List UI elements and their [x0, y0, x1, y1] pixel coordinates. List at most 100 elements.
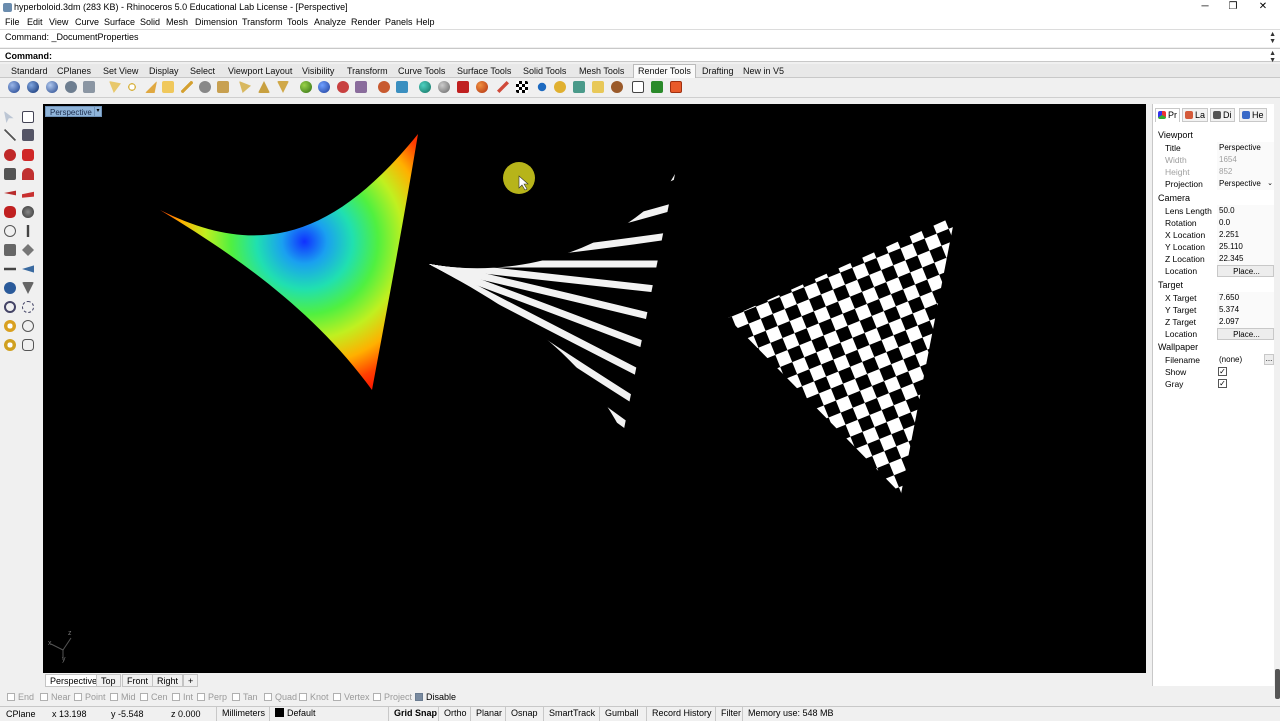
menu-tools[interactable]: Tools	[287, 17, 308, 27]
decal-icon[interactable]	[355, 81, 367, 93]
camera-icon[interactable]	[573, 81, 585, 93]
tab-solid-tools[interactable]: Solid Tools	[523, 66, 566, 76]
select-arrow-icon[interactable]	[4, 111, 14, 123]
camera-place-button[interactable]: Place...	[1217, 265, 1274, 277]
target-y-field[interactable]: 5.374	[1217, 304, 1274, 316]
osnap-end[interactable]: End	[7, 692, 34, 702]
point-light-icon[interactable]	[126, 81, 138, 93]
restore-button[interactable]: ❐	[1218, 0, 1248, 15]
viewport-tab-front[interactable]: Front	[122, 674, 154, 687]
history-scroll-icon[interactable]: ▲ ▼	[1269, 31, 1276, 45]
tab-curve-tools[interactable]: Curve Tools	[398, 66, 445, 76]
surface-icon[interactable]	[4, 190, 16, 196]
viewport-tab-right[interactable]: Right	[152, 674, 184, 687]
smarttrack-toggle[interactable]: SmartTrack	[543, 707, 600, 721]
folder-icon[interactable]	[592, 81, 604, 93]
tab-new-in-v5[interactable]: New in V5	[743, 66, 784, 76]
zoom-icon[interactable]	[4, 301, 16, 313]
viewport-render-icon[interactable]	[632, 81, 644, 93]
copy-icon[interactable]	[22, 265, 34, 273]
points-icon[interactable]	[22, 111, 34, 123]
join-icon[interactable]	[22, 244, 34, 256]
tab-mesh-tools[interactable]: Mesh Tools	[579, 66, 624, 76]
menu-curve[interactable]: Curve	[75, 17, 99, 27]
projection-select[interactable]: Perspective	[1217, 178, 1274, 190]
zoom-extents-icon[interactable]	[4, 320, 16, 332]
tab-surface-tools[interactable]: Surface Tools	[457, 66, 511, 76]
split-icon[interactable]	[4, 244, 16, 256]
heatmap-surface[interactable]	[160, 134, 418, 390]
menu-panels[interactable]: Panels	[385, 17, 413, 27]
show-checkbox[interactable]: ✓	[1218, 367, 1227, 376]
environment-light-icon[interactable]	[199, 81, 211, 93]
trim-icon[interactable]	[26, 225, 30, 237]
menu-surface[interactable]: Surface	[104, 17, 135, 27]
chevron-down-icon[interactable]: ⌄	[1267, 179, 1273, 187]
dot-icon[interactable]	[537, 82, 547, 92]
tab-select[interactable]: Select	[190, 66, 215, 76]
render-window-icon[interactable]	[46, 81, 58, 93]
tab-set-view[interactable]: Set View	[103, 66, 138, 76]
grid-snap-toggle[interactable]: Grid Snap	[388, 707, 442, 721]
render-settings-icon[interactable]	[65, 81, 77, 93]
rectangular-light-icon[interactable]	[162, 81, 174, 93]
camera-y-field[interactable]: 25.110	[1217, 241, 1274, 253]
osnap-cen[interactable]: Cen	[140, 692, 168, 702]
gear-icon[interactable]	[611, 81, 623, 93]
checkerboard-surface[interactable]	[693, 194, 993, 514]
material-icon[interactable]	[300, 81, 312, 93]
osnap-perp[interactable]: Perp	[197, 692, 227, 702]
osnap-toggle[interactable]: Osnap	[505, 707, 543, 721]
scale-icon[interactable]	[22, 282, 34, 294]
tab-help[interactable]: He	[1239, 108, 1267, 122]
menu-edit[interactable]: Edit	[27, 17, 43, 27]
extrude-icon[interactable]	[22, 191, 34, 198]
menu-transform[interactable]: Transform	[242, 17, 283, 27]
checker-icon[interactable]	[516, 81, 528, 93]
osnap-knot[interactable]: Knot	[299, 692, 329, 702]
lens-length-field[interactable]: 50.0	[1217, 205, 1274, 217]
render-stop-icon[interactable]	[670, 81, 682, 93]
target-icon[interactable]	[22, 320, 34, 332]
texture-mapping-icon[interactable]	[378, 81, 390, 93]
pan-icon[interactable]	[4, 339, 16, 351]
viewport-tab-perspective[interactable]: Perspective	[45, 674, 103, 687]
command-scroll-icon[interactable]: ▲ ▼	[1269, 50, 1276, 64]
material-editor-icon[interactable]	[318, 81, 330, 93]
target-z-field[interactable]: 2.097	[1217, 316, 1274, 328]
record-history-toggle[interactable]: Record History	[646, 707, 717, 721]
directional-light-icon[interactable]	[145, 81, 157, 93]
texture-palette-icon[interactable]	[476, 81, 488, 93]
perspective-viewport[interactable]: Perspective ▾ z x y	[43, 104, 1146, 673]
menu-help[interactable]: Help	[416, 17, 435, 27]
render-sphere-icon[interactable]	[8, 81, 20, 93]
ground-plane-icon[interactable]	[438, 81, 450, 93]
unwrap-icon[interactable]	[396, 81, 408, 93]
render-mesh-icon[interactable]	[457, 81, 469, 93]
gumball-toggle[interactable]: Gumball	[599, 707, 644, 721]
tab-cplanes[interactable]: CPlanes	[57, 66, 91, 76]
line-icon[interactable]	[4, 129, 16, 141]
status-units[interactable]: Millimeters	[216, 707, 270, 721]
tab-drafting[interactable]: Drafting	[702, 66, 734, 76]
polyline-icon[interactable]	[22, 129, 34, 141]
environment-icon[interactable]	[419, 81, 431, 93]
rotation-field[interactable]: 0.0	[1217, 217, 1274, 229]
target-place-button[interactable]: Place...	[1217, 328, 1274, 340]
light-target-icon[interactable]	[277, 81, 289, 93]
osnap-near[interactable]: Near	[40, 692, 71, 702]
osnap-point[interactable]: Point	[74, 692, 106, 702]
tab-standard[interactable]: Standard	[11, 66, 48, 76]
minimize-button[interactable]: ─	[1190, 0, 1220, 15]
close-button[interactable]: ✕	[1248, 0, 1278, 15]
tab-render-tools[interactable]: Render Tools	[633, 64, 696, 78]
viewport-tab-top[interactable]: Top	[96, 674, 121, 687]
ortho-toggle[interactable]: Ortho	[438, 707, 472, 721]
arc-icon[interactable]	[22, 149, 34, 161]
undo-view-icon[interactable]	[22, 339, 34, 351]
light-edit-icon[interactable]	[239, 81, 251, 93]
box-icon[interactable]	[4, 206, 16, 218]
gray-checkbox[interactable]: ✓	[1218, 379, 1227, 388]
osnap-quad[interactable]: Quad	[264, 692, 297, 702]
rotate-icon[interactable]	[4, 282, 16, 294]
